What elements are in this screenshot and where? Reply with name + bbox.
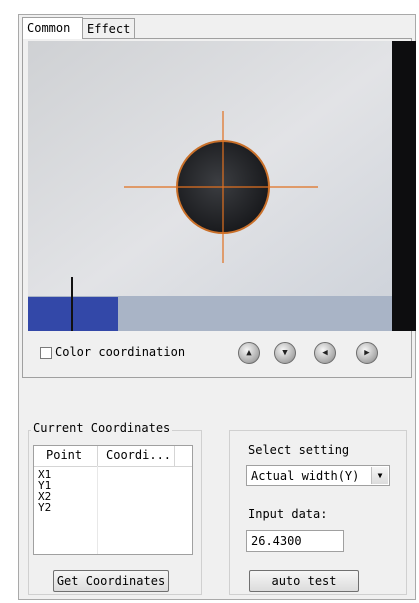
arrow-up-button[interactable]: ▲: [238, 342, 260, 364]
arrow-down-icon: ▼: [282, 348, 288, 358]
color-coordination-label: Color coordination: [55, 345, 186, 359]
camera-preview[interactable]: [28, 41, 416, 331]
arrow-left-icon: ◀: [322, 348, 328, 358]
coordinates-list[interactable]: Point Coordi... X1 Y1 X2 Y2: [33, 445, 193, 555]
arrow-left-button[interactable]: ◀: [314, 342, 336, 364]
chevron-down-icon[interactable]: ▼: [371, 467, 388, 484]
tab-effect[interactable]: Effect: [82, 18, 135, 38]
arrow-right-button[interactable]: ▶: [356, 342, 378, 364]
arrow-up-icon: ▲: [246, 348, 252, 358]
list-item[interactable]: Y2: [38, 502, 51, 513]
column-header-coordinate[interactable]: Coordi...: [106, 448, 171, 462]
get-coordinates-button[interactable]: Get Coordinates: [53, 570, 169, 592]
arrow-right-icon: ▶: [364, 348, 370, 358]
setting-select-value: Actual width(Y): [251, 469, 360, 483]
list-header: Point Coordi...: [34, 446, 192, 467]
input-data-field[interactable]: [246, 530, 344, 552]
input-data-label: Input data:: [248, 507, 328, 521]
camera-image: [28, 41, 416, 331]
setting-select[interactable]: Actual width(Y) ▼: [246, 465, 390, 486]
select-setting-label: Select setting: [248, 443, 350, 457]
color-coordination-checkbox[interactable]: [40, 347, 52, 359]
tab-common[interactable]: Common: [22, 17, 83, 39]
arrow-down-button[interactable]: ▼: [274, 342, 296, 364]
auto-test-button[interactable]: auto test: [249, 570, 359, 592]
column-header-point[interactable]: Point: [46, 448, 82, 462]
current-coordinates-title: Current Coordinates: [31, 421, 173, 435]
